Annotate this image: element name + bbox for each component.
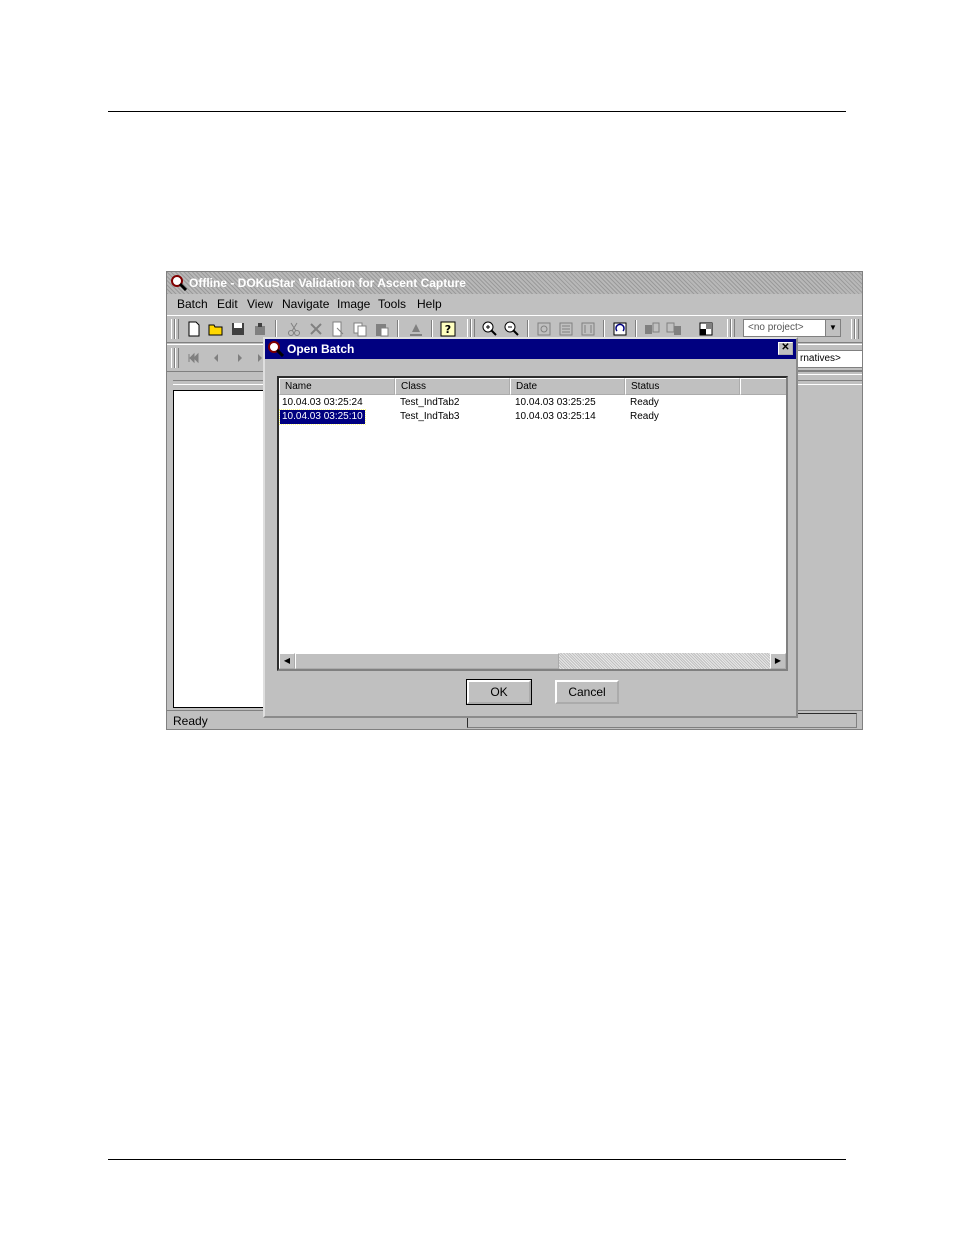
open-folder-icon[interactable] xyxy=(207,320,225,338)
magnifier-app-icon xyxy=(268,341,284,357)
zoom-out-icon[interactable] xyxy=(503,320,521,338)
next-page-icon[interactable] xyxy=(231,349,249,367)
table-row[interactable]: 10.04.03 03:25:24 Test_IndTab2 10.04.03 … xyxy=(279,396,786,410)
toolbar-separator xyxy=(431,320,433,338)
menu-batch[interactable]: Batch xyxy=(177,297,208,311)
help-icon[interactable]: ? xyxy=(439,320,457,338)
toolbar-separator xyxy=(397,320,399,338)
close-icon[interactable]: ✕ xyxy=(778,342,793,355)
dialog-title: Open Batch xyxy=(287,342,355,356)
column-header-class[interactable]: Class xyxy=(395,378,510,395)
cell-name: 10.04.03 03:25:10 xyxy=(279,409,366,425)
cell-class: Test_IndTab3 xyxy=(400,411,460,422)
copy-icon[interactable] xyxy=(351,320,369,338)
alternatives-field[interactable]: rnatives> xyxy=(797,350,862,368)
cell-class: Test_IndTab2 xyxy=(400,397,460,408)
cut-icon[interactable] xyxy=(285,320,303,338)
chevron-down-icon[interactable]: ▼ xyxy=(825,320,840,336)
cancel-button[interactable]: Cancel xyxy=(555,680,619,704)
status-text: Ready xyxy=(173,714,208,728)
document-tree-pane[interactable] xyxy=(173,390,273,708)
column-header-empty xyxy=(740,378,786,395)
app-title-bar: Offline - DOKuStar Validation for Ascent… xyxy=(167,272,862,294)
menu-image[interactable]: Image xyxy=(337,297,370,311)
toolbar-separator xyxy=(635,320,637,338)
table-row-selected[interactable]: 10.04.03 03:25:10 Test_IndTab3 10.04.03 … xyxy=(279,409,786,425)
fit-page-icon[interactable] xyxy=(535,320,553,338)
scroll-thumb[interactable] xyxy=(295,653,559,669)
menu-navigate[interactable]: Navigate xyxy=(282,297,329,311)
cell-status: Ready xyxy=(630,411,659,422)
save-icon[interactable] xyxy=(229,320,247,338)
footer-rule xyxy=(108,1159,846,1160)
column-header-status[interactable]: Status xyxy=(625,378,740,395)
close-batch-icon[interactable] xyxy=(251,320,269,338)
toolbar-separator xyxy=(275,320,277,338)
project-combo-value: <no project> xyxy=(748,322,804,333)
toolbar-separator xyxy=(527,320,529,338)
menu-bar: Batch Edit View Navigate Image Tools Hel… xyxy=(167,294,862,314)
horizontal-scrollbar[interactable]: ◀ ▶ xyxy=(279,653,786,669)
header-rule xyxy=(108,111,846,112)
split-icon[interactable] xyxy=(643,320,661,338)
dialog-title-bar[interactable]: Open Batch ✕ xyxy=(265,339,796,359)
cell-date: 10.04.03 03:25:14 xyxy=(515,411,596,422)
toolbar-grip[interactable] xyxy=(175,319,179,339)
toolbar-grip[interactable] xyxy=(855,319,859,339)
app-title-text: Offline - DOKuStar Validation for Ascent… xyxy=(189,276,466,290)
first-page-icon[interactable] xyxy=(185,349,203,367)
menu-view[interactable]: View xyxy=(247,297,273,311)
fit-height-icon[interactable] xyxy=(579,320,597,338)
toolbar-grip[interactable] xyxy=(731,319,735,339)
previous-page-icon[interactable] xyxy=(207,349,225,367)
toolbar-grip[interactable] xyxy=(471,319,475,339)
scroll-left-icon[interactable]: ◀ xyxy=(279,653,295,669)
list-header: Name Class Date Status xyxy=(279,378,786,395)
cell-name: 10.04.03 03:25:24 xyxy=(282,397,363,408)
ok-button[interactable]: OK xyxy=(466,679,532,705)
open-batch-dialog: Open Batch ✕ Name Class Date Status 10.0… xyxy=(263,337,798,718)
fit-width-icon[interactable] xyxy=(557,320,575,338)
rotate-icon[interactable] xyxy=(611,320,629,338)
column-header-name[interactable]: Name xyxy=(279,378,395,395)
alternatives-field-value: rnatives> xyxy=(800,353,841,364)
menu-help[interactable]: Help xyxy=(417,297,442,311)
paste-icon[interactable] xyxy=(373,320,391,338)
cut-page-icon[interactable] xyxy=(329,320,347,338)
scroll-right-icon[interactable]: ▶ xyxy=(770,653,786,669)
menu-edit[interactable]: Edit xyxy=(217,297,238,311)
delete-icon[interactable] xyxy=(307,320,325,338)
batch-list[interactable]: Name Class Date Status 10.04.03 03:25:24… xyxy=(277,376,788,671)
cell-date: 10.04.03 03:25:25 xyxy=(515,397,596,408)
menu-tools[interactable]: Tools xyxy=(378,297,406,311)
toolbar-separator xyxy=(603,320,605,338)
zoom-in-icon[interactable] xyxy=(481,320,499,338)
cell-status: Ready xyxy=(630,397,659,408)
pane-splitter[interactable] xyxy=(797,370,862,375)
new-icon[interactable] xyxy=(185,320,203,338)
svg-text:?: ? xyxy=(445,323,451,336)
toolbar-grip[interactable] xyxy=(175,348,179,368)
contrast-icon[interactable] xyxy=(697,320,715,338)
merge-icon[interactable] xyxy=(665,320,683,338)
magnifier-app-icon xyxy=(171,275,187,291)
column-header-date[interactable]: Date xyxy=(510,378,625,395)
project-combo[interactable]: <no project> ▼ xyxy=(743,319,841,337)
export-icon[interactable] xyxy=(407,320,425,338)
